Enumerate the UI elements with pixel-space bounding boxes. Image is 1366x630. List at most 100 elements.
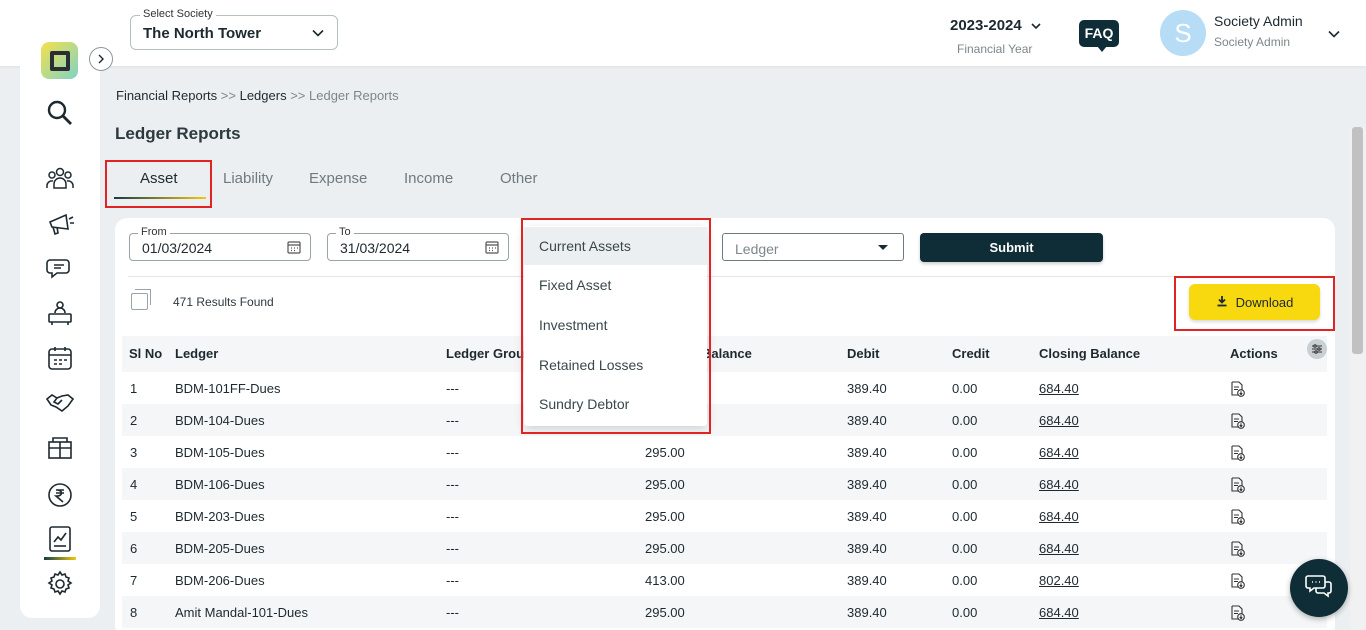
download-report-icon[interactable] bbox=[1231, 477, 1245, 493]
financial-year-label: Financial Year bbox=[957, 42, 1033, 56]
chevron-down-icon bbox=[311, 26, 325, 45]
cell-closing-balance[interactable]: 684.40 bbox=[1039, 541, 1079, 556]
cell-closing-balance[interactable]: 684.40 bbox=[1039, 509, 1079, 524]
active-nav-indicator bbox=[44, 557, 76, 560]
cell-ledger-group: --- bbox=[446, 381, 459, 396]
cell-closing-balance[interactable]: 684.40 bbox=[1039, 445, 1079, 460]
tab-expense[interactable]: Expense bbox=[309, 170, 367, 187]
highlight-box-asset-tab bbox=[105, 160, 212, 208]
breadcrumb-financial-reports[interactable]: Financial Reports bbox=[116, 88, 217, 103]
download-report-icon[interactable] bbox=[1231, 605, 1245, 621]
sidebar-toggle-button[interactable] bbox=[89, 47, 113, 71]
cell-debit: 389.40 bbox=[847, 605, 887, 620]
breadcrumb-separator: >> bbox=[220, 88, 236, 103]
financial-year-selector[interactable]: 2023-2024 Financial Year bbox=[950, 17, 1046, 56]
cell-closing-balance[interactable]: 684.40 bbox=[1039, 477, 1079, 492]
download-report-icon[interactable] bbox=[1231, 541, 1245, 557]
calendar-icon[interactable] bbox=[485, 240, 499, 259]
from-date-field[interactable]: From 01/03/2024 bbox=[129, 226, 311, 261]
download-report-icon[interactable] bbox=[1231, 573, 1245, 589]
tab-other[interactable]: Other bbox=[500, 170, 538, 187]
cell-sl-no: 3 bbox=[130, 445, 138, 460]
submit-button[interactable]: Submit bbox=[920, 233, 1103, 262]
to-date-value: 31/03/2024 bbox=[340, 240, 411, 256]
download-report-icon[interactable] bbox=[1231, 381, 1245, 397]
avatar[interactable]: S bbox=[1160, 10, 1206, 56]
reports-icon[interactable] bbox=[44, 523, 76, 555]
cell-debit: 389.40 bbox=[847, 413, 887, 428]
caret-down-icon bbox=[878, 245, 888, 250]
cell-sl-no: 8 bbox=[130, 605, 138, 620]
cell-credit: 0.00 bbox=[952, 541, 978, 556]
divider bbox=[128, 276, 1324, 277]
tab-income[interactable]: Income bbox=[404, 170, 453, 187]
from-date-value: 01/03/2024 bbox=[142, 240, 213, 256]
members-icon[interactable] bbox=[44, 162, 76, 194]
tab-liability[interactable]: Liability bbox=[223, 170, 273, 187]
amenities-icon[interactable] bbox=[44, 432, 76, 464]
financial-year-value: 2023-2024 bbox=[950, 17, 1022, 34]
table-row bbox=[122, 468, 1327, 500]
column-header-closing-balance: Closing Balance bbox=[1039, 346, 1141, 361]
column-header-debit: Debit bbox=[847, 346, 880, 361]
cell-ledger-group: --- bbox=[446, 509, 459, 524]
cell-debit: 389.40 bbox=[847, 541, 887, 556]
table-row bbox=[122, 564, 1327, 596]
cell-closing-balance[interactable]: 684.40 bbox=[1039, 381, 1079, 396]
calendar-icon[interactable] bbox=[287, 240, 301, 259]
cell-sl-no: 4 bbox=[130, 477, 138, 492]
cell-opening-balance: 295.00 bbox=[645, 477, 685, 492]
cell-sl-no: 6 bbox=[130, 541, 138, 556]
cell-sl-no: 2 bbox=[130, 413, 138, 428]
column-header-credit: Credit bbox=[952, 346, 990, 361]
chevron-down-icon[interactable] bbox=[1327, 27, 1341, 46]
cell-opening-balance: 413.00 bbox=[645, 573, 685, 588]
faq-button[interactable]: FAQ bbox=[1079, 20, 1119, 52]
cell-credit: 0.00 bbox=[952, 413, 978, 428]
column-settings-icon[interactable] bbox=[1307, 339, 1327, 359]
calendar-icon[interactable] bbox=[44, 342, 76, 374]
settings-icon[interactable] bbox=[44, 568, 76, 600]
table-row bbox=[122, 404, 1327, 436]
download-report-icon[interactable] bbox=[1231, 445, 1245, 461]
rupee-icon[interactable] bbox=[44, 479, 76, 511]
chat-icon[interactable] bbox=[44, 252, 76, 284]
cell-closing-balance[interactable]: 802.40 bbox=[1039, 573, 1079, 588]
cell-ledger: BDM-206-Dues bbox=[175, 573, 265, 588]
cell-closing-balance[interactable]: 684.40 bbox=[1039, 413, 1079, 428]
society-select-value: The North Tower bbox=[143, 25, 262, 42]
ledger-select[interactable]: Ledger bbox=[722, 233, 904, 261]
chat-support-button[interactable] bbox=[1290, 559, 1348, 617]
table-row bbox=[122, 436, 1327, 468]
cell-closing-balance[interactable]: 684.40 bbox=[1039, 605, 1079, 620]
cell-credit: 0.00 bbox=[952, 381, 978, 396]
cell-ledger: BDM-104-Dues bbox=[175, 413, 265, 428]
table-row bbox=[122, 500, 1327, 532]
app-logo[interactable] bbox=[41, 42, 78, 79]
download-report-icon[interactable] bbox=[1231, 509, 1245, 525]
cell-ledger: BDM-203-Dues bbox=[175, 509, 265, 524]
scrollbar-thumb[interactable] bbox=[1352, 127, 1363, 354]
to-date-field[interactable]: To 31/03/2024 bbox=[327, 226, 509, 261]
cell-ledger-group: --- bbox=[446, 445, 459, 460]
cell-ledger-group: --- bbox=[446, 573, 459, 588]
announcement-icon[interactable] bbox=[44, 207, 76, 239]
cell-credit: 0.00 bbox=[952, 477, 978, 492]
cell-sl-no: 5 bbox=[130, 509, 138, 524]
cell-debit: 389.40 bbox=[847, 445, 887, 460]
society-select[interactable]: Select Society The North Tower bbox=[130, 8, 338, 50]
page-title: Ledger Reports bbox=[115, 124, 241, 143]
user-name: Society Admin bbox=[1214, 13, 1303, 29]
handshake-icon[interactable] bbox=[44, 387, 76, 419]
search-icon[interactable] bbox=[44, 97, 76, 129]
select-all-checkbox[interactable] bbox=[131, 289, 151, 310]
highlight-box-download bbox=[1174, 276, 1335, 331]
table-row bbox=[122, 372, 1327, 404]
cell-ledger: Amit Mandal-101-Dues bbox=[175, 605, 308, 620]
helpdesk-icon[interactable] bbox=[44, 297, 76, 329]
table-row bbox=[122, 532, 1327, 564]
breadcrumb-ledgers[interactable]: Ledgers bbox=[240, 88, 287, 103]
download-report-icon[interactable] bbox=[1231, 413, 1245, 429]
column-header-ledger-group: Ledger Grou bbox=[446, 346, 525, 361]
breadcrumb: Financial Reports >> Ledgers >> Ledger R… bbox=[116, 88, 399, 103]
